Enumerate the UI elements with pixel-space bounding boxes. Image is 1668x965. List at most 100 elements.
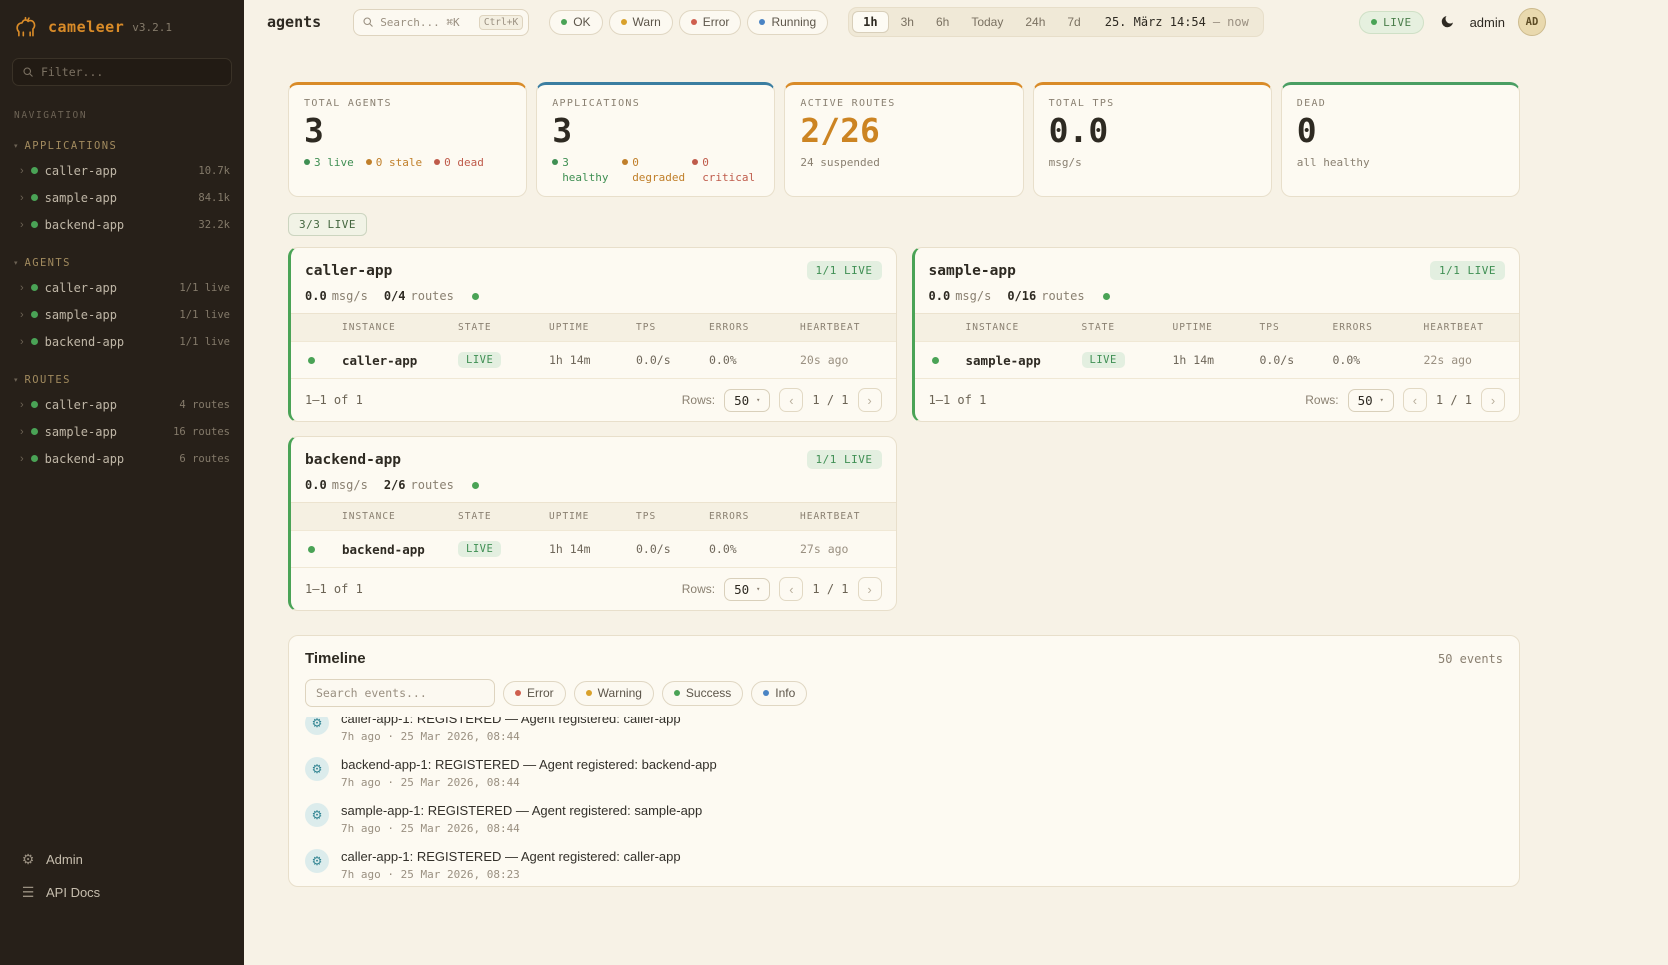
time-range-6h[interactable]: 6h [926,11,959,33]
status-dot [515,690,521,696]
column-header: UPTIME [549,511,636,522]
page-indicator: 1 / 1 [812,582,848,596]
prev-page-button[interactable]: ‹ [779,577,803,601]
tps-value: 0.0 [305,478,327,492]
time-range-7d[interactable]: 7d [1057,11,1090,33]
live-label: LIVE [1383,16,1412,29]
stat-sub-text: all healthy [1297,156,1370,170]
sidebar-item-application-caller-app[interactable]: › caller-app 10.7k [0,157,244,184]
nav-section-agents: ▾ AGENTS › caller-app 1/1 live › sample-… [0,252,244,355]
next-page-button[interactable]: › [858,577,882,601]
sidebar-footer: ⚙ Admin ☰ API Docs [0,843,244,965]
timeline-events-list[interactable]: ⚙ caller-app-1: REGISTERED — Agent regis… [289,717,1519,886]
rows-per-page-value: 50 [734,582,749,597]
column-header: TPS [1260,322,1333,333]
column-header: STATE [458,322,549,333]
cell-uptime: 1h 14m [1173,353,1260,367]
stat-subtext: all healthy [1297,156,1504,170]
timeline-search-input[interactable] [305,679,495,707]
chevron-right-icon: › [20,399,24,411]
gear-icon: ⚙ [305,849,329,873]
time-range-3h[interactable]: 3h [891,11,924,33]
gear-icon: ⚙ [305,757,329,781]
rows-per-page-select[interactable]: 50▾ [724,389,770,412]
prev-page-button[interactable]: ‹ [779,388,803,412]
health-dot [472,482,479,489]
section-header-routes[interactable]: ▾ ROUTES [0,369,244,391]
table-header: INSTANCE STATE UPTIME TPS ERRORS HEARTBE… [915,314,1520,341]
rows-per-page-label: Rows: [682,393,715,407]
filter-chip-error[interactable]: Error [679,10,742,35]
state-badge: LIVE [1082,352,1125,368]
stat-sub-text: 0 degraded [632,156,685,185]
table-footer: 1–1 of 1 Rows: 50▾ ‹ 1 / 1 › [915,378,1520,421]
sidebar-item-agent-backend-app[interactable]: › backend-app 1/1 live [0,328,244,355]
search-input[interactable] [380,16,473,29]
sidebar-item-label: sample-app [45,308,117,322]
sidebar-filter-input[interactable] [41,65,222,79]
app-name: backend-app [305,452,401,468]
brand: cameleer v3.2.1 [0,0,244,48]
time-range-24h[interactable]: 24h [1015,11,1055,33]
status-dot [31,167,38,174]
sidebar-item-route-sample-app[interactable]: › sample-app 16 routes [0,418,244,445]
table-header: INSTANCE STATE UPTIME TPS ERRORS HEARTBE… [291,314,896,341]
rows-per-page-label: Rows: [1305,393,1338,407]
timeline-chip-success[interactable]: Success [662,681,743,706]
sidebar-item-route-backend-app[interactable]: › backend-app 6 routes [0,445,244,472]
time-range-today[interactable]: Today [961,11,1013,33]
next-page-button[interactable]: › [1481,388,1505,412]
sidebar-item-route-caller-app[interactable]: › caller-app 4 routes [0,391,244,418]
time-range-1h[interactable]: 1h [852,11,888,33]
status-dot [586,690,592,696]
app-substats: 0.0msg/s 0/4routes [291,289,896,314]
chip-label: OK [573,15,590,29]
sidebar-item-badge: 1/1 live [179,309,230,321]
dark-mode-toggle[interactable] [1437,12,1457,32]
cell-uptime: 1h 14m [549,542,636,556]
moon-icon [1439,14,1455,30]
sidebar-item-label: backend-app [45,335,124,349]
column-header: UPTIME [549,322,636,333]
table-row[interactable]: sample-app LIVE 1h 14m 0.0/s 0.0% 22s ag… [915,341,1520,378]
sidebar-item-application-backend-app[interactable]: › backend-app 32.2k [0,211,244,238]
topbar: agents Ctrl+K OK Warn E [244,0,1668,44]
chevron-down-icon: ▾ [756,585,760,593]
sidebar-item-api-docs[interactable]: ☰ API Docs [0,876,244,909]
timeline-chip-warning[interactable]: Warning [574,681,654,706]
health-dot [472,293,479,300]
filter-chip-warn[interactable]: Warn [609,10,673,35]
sidebar-item-agent-sample-app[interactable]: › sample-app 1/1 live [0,301,244,328]
timeline-chip-error[interactable]: Error [503,681,566,706]
sidebar-item-label: caller-app [45,164,117,178]
sidebar-item-agent-caller-app[interactable]: › caller-app 1/1 live [0,274,244,301]
filter-chip-running[interactable]: Running [747,10,828,35]
stat-cards-row: TOTAL AGENTS 3 3 live 0 stale 0 dead APP… [288,82,1520,197]
table-footer: 1–1 of 1 Rows: 50▾ ‹ 1 / 1 › [291,567,896,610]
cell-heartbeat: 27s ago [800,542,896,556]
avatar[interactable]: AD [1518,8,1546,36]
timeline-chip-info[interactable]: Info [751,681,807,706]
table-row[interactable]: caller-app LIVE 1h 14m 0.0/s 0.0% 20s ag… [291,341,896,378]
chevron-right-icon: › [20,282,24,294]
rows-per-page-select[interactable]: 50▾ [1348,389,1394,412]
sidebar-item-application-sample-app[interactable]: › sample-app 84.1k [0,184,244,211]
global-search[interactable]: Ctrl+K [353,9,529,36]
tps-value: 0.0 [305,289,327,303]
sidebar-item-admin[interactable]: ⚙ Admin [0,843,244,876]
next-page-button[interactable]: › [858,388,882,412]
stat-subtext: 24 suspended [800,156,1007,170]
chevron-right-icon: › [20,453,24,465]
datetime-end: now [1227,15,1249,29]
chip-label: Info [775,686,795,700]
cell-errors: 0.0% [1333,353,1424,367]
section-header-applications[interactable]: ▾ APPLICATIONS [0,135,244,157]
rows-per-page-select[interactable]: 50 ▾ [724,578,770,601]
event-text: caller-app-1: REGISTERED — Agent registe… [341,717,681,726]
table-row[interactable]: backend-app LIVE 1h 14m 0.0/s 0.0% 27s a… [291,530,896,567]
status-dot [622,159,628,165]
section-header-agents[interactable]: ▾ AGENTS [0,252,244,274]
filter-chip-ok[interactable]: OK [549,10,602,35]
prev-page-button[interactable]: ‹ [1403,388,1427,412]
routes-label: routes [1041,289,1084,303]
